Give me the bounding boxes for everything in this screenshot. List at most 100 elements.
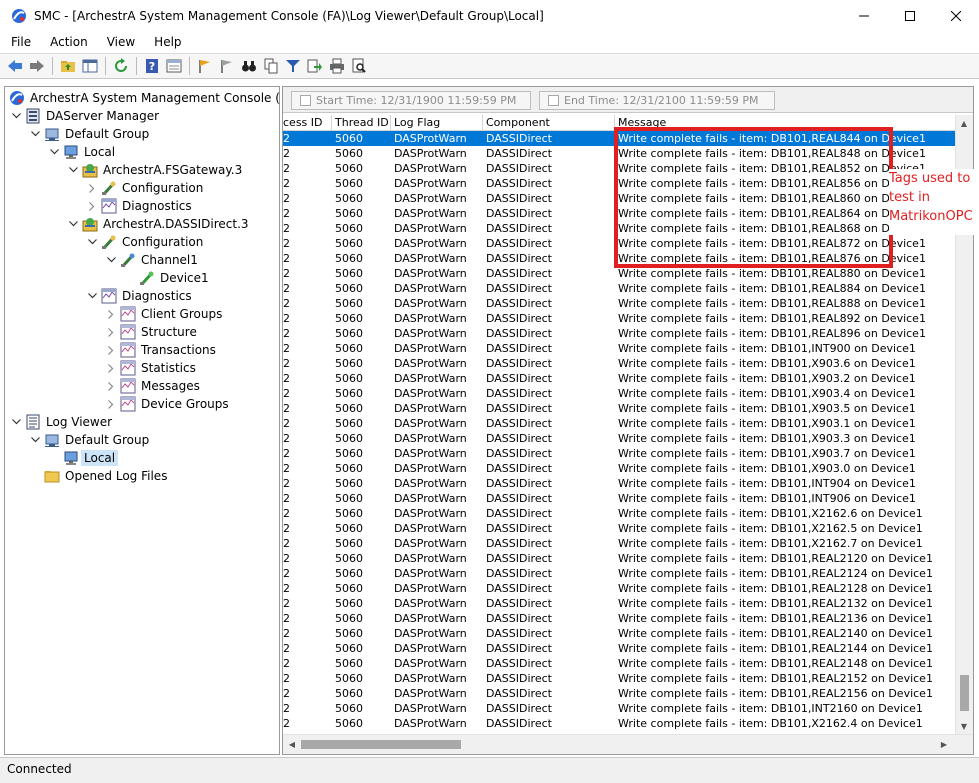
log-row[interactable]: 2 5060 DASProtWarn DASSIDirect Write complet… bbox=[283, 536, 955, 551]
tree-node[interactable]: Transactions bbox=[104, 341, 218, 359]
log-row[interactable]: 2 5060 DASProtWarn DASSIDirect Write complet… bbox=[283, 656, 955, 671]
show-tree-button[interactable] bbox=[79, 55, 101, 77]
log-row[interactable]: 2 5060 DASProtWarn DASSIDirect Write complet… bbox=[283, 521, 955, 536]
log-row[interactable]: 2 5060 DASProtWarn DASSIDirect Write complet… bbox=[283, 596, 955, 611]
tree-node-label[interactable]: Configuration bbox=[120, 181, 205, 195]
tree-node[interactable]: Structure bbox=[104, 323, 199, 341]
expand-chevron-icon[interactable] bbox=[104, 323, 118, 341]
end-time-filter[interactable]: End Time: 12/31/2100 11:59:59 PM bbox=[539, 91, 775, 110]
log-row[interactable]: 2 5060 DASProtWarn DASSIDirect Write complet… bbox=[283, 671, 955, 686]
scroll-down-arrow-icon[interactable]: ▼ bbox=[956, 718, 972, 734]
collapse-chevron-icon[interactable] bbox=[47, 143, 61, 161]
vertical-scroll-thumb[interactable] bbox=[960, 675, 969, 711]
expand-chevron-icon[interactable] bbox=[104, 341, 118, 359]
collapse-chevron-icon[interactable] bbox=[28, 431, 42, 449]
expand-chevron-icon[interactable] bbox=[104, 395, 118, 413]
log-row[interactable]: 2 5060 DASProtWarn DASSIDirect Write complet… bbox=[283, 341, 955, 356]
scroll-left-arrow-icon[interactable]: ◀ bbox=[284, 736, 300, 752]
expand-chevron-icon[interactable] bbox=[85, 197, 99, 215]
flag-gray-button[interactable] bbox=[216, 55, 238, 77]
scroll-up-arrow-icon[interactable]: ▲ bbox=[956, 115, 972, 131]
log-row[interactable]: 2 5060 DASProtWarn DASSIDirect Write complet… bbox=[283, 716, 955, 731]
log-row[interactable]: 2 5060 DASProtWarn DASSIDirect Write complet… bbox=[283, 416, 955, 431]
tree-node[interactable]: Diagnostics bbox=[85, 287, 194, 305]
tree-node[interactable]: Diagnostics bbox=[85, 197, 194, 215]
print-preview-button[interactable] bbox=[348, 55, 370, 77]
menu-view[interactable]: View bbox=[96, 35, 143, 49]
tree-node-label[interactable]: ArchestrA System Management Console (FA) bbox=[28, 91, 279, 105]
tree-node-label[interactable]: Device Groups bbox=[139, 397, 231, 411]
tree-node-label[interactable]: DAServer Manager bbox=[44, 109, 161, 123]
start-time-checkbox[interactable] bbox=[300, 95, 311, 106]
log-row[interactable]: 2 5060 DASProtWarn DASSIDirect Write complet… bbox=[283, 386, 955, 401]
tree-node[interactable]: Log Viewer bbox=[9, 413, 114, 431]
back-button[interactable] bbox=[4, 55, 26, 77]
print-button[interactable] bbox=[326, 55, 348, 77]
column-thread-id[interactable]: Thread ID bbox=[332, 115, 391, 131]
log-row[interactable]: 2 5060 DASProtWarn DASSIDirect Write complet… bbox=[283, 296, 955, 311]
log-row[interactable]: 2 5060 DASProtWarn DASSIDirect Write complet… bbox=[283, 506, 955, 521]
tree-node-label[interactable]: Channel1 bbox=[139, 253, 200, 267]
tree-node-label[interactable]: Local bbox=[80, 450, 119, 466]
log-row[interactable]: 2 5060 DASProtWarn DASSIDirect Write complet… bbox=[283, 401, 955, 416]
tree-node[interactable]: Messages bbox=[104, 377, 202, 395]
collapse-chevron-icon[interactable] bbox=[104, 251, 118, 269]
menu-action[interactable]: Action bbox=[39, 35, 96, 49]
tree-node[interactable]: DAServer Manager bbox=[9, 107, 161, 125]
tree-node-label[interactable]: Device1 bbox=[158, 271, 211, 285]
tree-node[interactable]: Device1 bbox=[123, 269, 211, 287]
up-folder-button[interactable] bbox=[57, 55, 79, 77]
column-log-flag[interactable]: Log Flag bbox=[391, 115, 483, 131]
collapse-chevron-icon[interactable] bbox=[9, 107, 23, 125]
forward-button[interactable] bbox=[26, 55, 48, 77]
tree-node[interactable]: Opened Log Files bbox=[28, 467, 169, 485]
log-row[interactable]: 2 5060 DASProtWarn DASSIDirect Write complet… bbox=[283, 326, 955, 341]
tree-node[interactable]: ArchestrA.FSGateway.3 bbox=[66, 161, 244, 179]
collapse-chevron-icon[interactable] bbox=[66, 215, 80, 233]
minimize-button[interactable] bbox=[841, 0, 887, 31]
log-row[interactable]: 2 5060 DASProtWarn DASSIDirect Write complet… bbox=[283, 431, 955, 446]
scroll-right-arrow-icon[interactable]: ▶ bbox=[936, 736, 952, 752]
tree-node-label[interactable]: Diagnostics bbox=[120, 289, 194, 303]
tree-node[interactable]: Configuration bbox=[85, 233, 205, 251]
tree-node-label[interactable]: Configuration bbox=[120, 235, 205, 249]
log-row[interactable]: 2 5060 DASProtWarn DASSIDirect Write complet… bbox=[283, 566, 955, 581]
tree-node-label[interactable]: Messages bbox=[139, 379, 202, 393]
collapse-chevron-icon[interactable] bbox=[9, 413, 23, 431]
log-row[interactable]: 2 5060 DASProtWarn DASSIDirect Write complet… bbox=[283, 701, 955, 716]
log-row[interactable]: 2 5060 DASProtWarn DASSIDirect Write complet… bbox=[283, 371, 955, 386]
log-row[interactable]: 2 5060 DASProtWarn DASSIDirect Write complet… bbox=[283, 581, 955, 596]
copy-button[interactable] bbox=[260, 55, 282, 77]
log-row[interactable]: 2 5060 DASProtWarn DASSIDirect Write complet… bbox=[283, 491, 955, 506]
tree-node-label[interactable]: Statistics bbox=[139, 361, 198, 375]
log-row[interactable]: 2 5060 DASProtWarn DASSIDirect Write complet… bbox=[283, 281, 955, 296]
tree-node[interactable]: Statistics bbox=[104, 359, 198, 377]
collapse-chevron-icon[interactable] bbox=[28, 125, 42, 143]
tree-node-label[interactable]: Structure bbox=[139, 325, 199, 339]
panel-button[interactable] bbox=[163, 55, 185, 77]
tree-node[interactable]: Device Groups bbox=[104, 395, 231, 413]
maximize-button[interactable] bbox=[887, 0, 933, 31]
horizontal-scroll-thumb[interactable] bbox=[301, 740, 461, 749]
collapse-chevron-icon[interactable] bbox=[85, 287, 99, 305]
filter-button[interactable] bbox=[282, 55, 304, 77]
tree-node[interactable]: Default Group bbox=[28, 431, 151, 449]
tree-node-label[interactable]: Diagnostics bbox=[120, 199, 194, 213]
horizontal-scrollbar[interactable]: ◀ ▶ bbox=[283, 734, 973, 754]
log-row[interactable]: 2 5060 DASProtWarn DASSIDirect Write complet… bbox=[283, 266, 955, 281]
tree-node-label[interactable]: Default Group bbox=[63, 127, 151, 141]
expand-chevron-icon[interactable] bbox=[104, 305, 118, 323]
find-button[interactable] bbox=[238, 55, 260, 77]
log-row[interactable]: 2 5060 DASProtWarn DASSIDirect Write complet… bbox=[283, 551, 955, 566]
tree-node[interactable]: Client Groups bbox=[104, 305, 224, 323]
refresh-button[interactable] bbox=[110, 55, 132, 77]
menu-help[interactable]: Help bbox=[143, 35, 189, 49]
menu-file[interactable]: File bbox=[0, 35, 39, 49]
tree-node[interactable]: ArchestrA System Management Console (FA) bbox=[7, 89, 279, 107]
log-row[interactable]: 2 5060 DASProtWarn DASSIDirect Write complet… bbox=[283, 356, 955, 371]
log-row[interactable]: 2 5060 DASProtWarn DASSIDirect Write complet… bbox=[283, 461, 955, 476]
flag-button[interactable] bbox=[194, 55, 216, 77]
collapse-chevron-icon[interactable] bbox=[85, 233, 99, 251]
tree-node[interactable]: Configuration bbox=[85, 179, 205, 197]
tree-node[interactable]: Channel1 bbox=[104, 251, 200, 269]
